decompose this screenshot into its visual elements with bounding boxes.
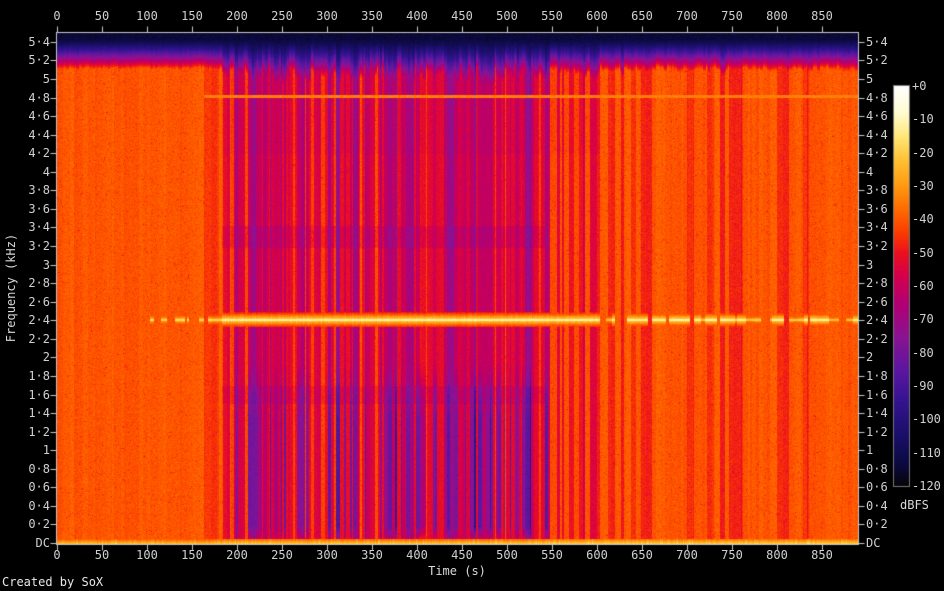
sox-spectrogram-view: 0050501001001501502002002502503003003503… <box>0 0 944 591</box>
colorbar-unit-label: dBFS <box>900 498 929 512</box>
x-axis-title: Time (s) <box>428 564 486 578</box>
created-by-sox-label: Created by SoX <box>2 575 103 589</box>
spectrogram-canvas <box>0 0 944 591</box>
y-axis-title: Frequency (kHz) <box>4 234 18 342</box>
